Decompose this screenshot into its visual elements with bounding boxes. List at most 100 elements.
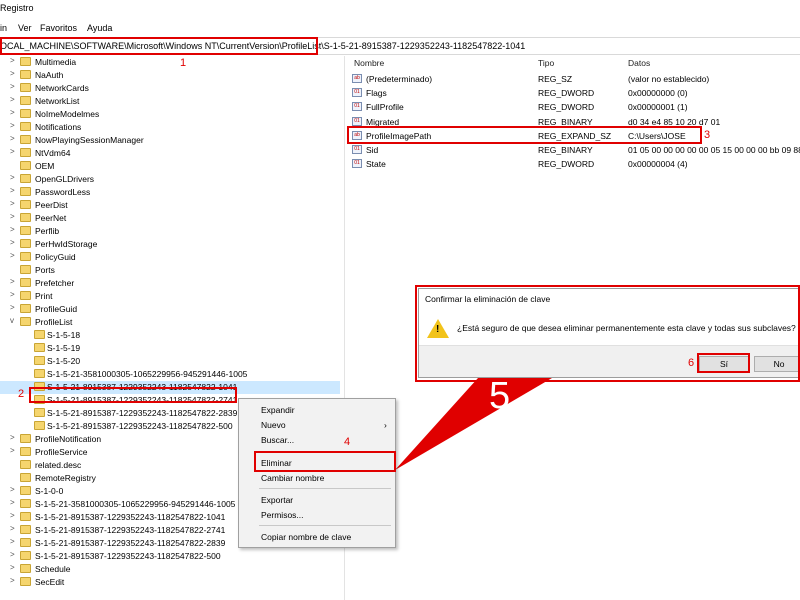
menu-item-copiar-nombre-de-clave[interactable]: Copiar nombre de clave	[239, 530, 395, 544]
value-row[interactable]: 01 FullProfile REG_DWORD 0x00000001 (1)	[348, 101, 800, 115]
folder-icon	[20, 460, 31, 469]
chevron-right-icon[interactable]: >	[10, 524, 18, 533]
col-header-name[interactable]: Nombre	[354, 58, 384, 68]
tree-item[interactable]: > NoImeModelmes	[0, 108, 340, 121]
window-title: Registro	[0, 3, 34, 13]
tree-item-label: S-1-5-21-3581000305-1065229956-945291446…	[35, 499, 236, 509]
menu-item-permisos[interactable]: Permisos...	[239, 508, 395, 522]
chevron-right-icon[interactable]: >	[10, 186, 18, 195]
chevron-right-icon[interactable]: >	[10, 485, 18, 494]
chevron-right-icon[interactable]: >	[10, 498, 18, 507]
chevron-right-icon[interactable]: >	[10, 537, 18, 546]
chevron-right-icon[interactable]: >	[10, 550, 18, 559]
chevron-right-icon[interactable]: >	[10, 95, 18, 104]
chevron-right-icon[interactable]: >	[10, 225, 18, 234]
menu-favoritos[interactable]: Favoritos	[40, 23, 77, 33]
tree-item[interactable]: OEM	[0, 160, 340, 173]
chevron-right-icon[interactable]: >	[10, 134, 18, 143]
tree-item[interactable]: > NtVdm64	[0, 147, 340, 160]
tree-item[interactable]: > PerHwIdStorage	[0, 238, 340, 251]
chevron-right-icon[interactable]: >	[10, 56, 18, 65]
tree-item[interactable]: > NetworkList	[0, 95, 340, 108]
chevron-right-icon[interactable]: >	[10, 446, 18, 455]
chevron-right-icon[interactable]: >	[10, 251, 18, 260]
menu-ver[interactable]: Ver	[18, 23, 32, 33]
tree-item[interactable]: > Prefetcher	[0, 277, 340, 290]
tree-item[interactable]: v ProfileList	[0, 316, 340, 329]
callout-tail	[395, 378, 552, 470]
context-menu: Expandir Nuevo › Buscar... Eliminar Cambiar n…	[238, 398, 396, 548]
tree-item[interactable]: > Schedule	[0, 563, 340, 576]
tree-item[interactable]: Ports	[0, 264, 340, 277]
folder-icon	[20, 564, 31, 573]
tree-item[interactable]: > Print	[0, 290, 340, 303]
highlight-yes-button	[697, 353, 750, 373]
folder-icon	[20, 278, 31, 287]
chevron-right-icon[interactable]: >	[10, 290, 18, 299]
tree-item[interactable]: > Notifications	[0, 121, 340, 134]
tree-item[interactable]: > PasswordLess	[0, 186, 340, 199]
tree-item-label: Print	[35, 291, 53, 301]
col-header-data[interactable]: Datos	[628, 58, 650, 68]
chevron-right-icon[interactable]: >	[10, 303, 18, 312]
tree-item[interactable]: > S-1-5-21-8915387-1229352243-1182547822-…	[0, 550, 340, 563]
tree-item-label: related.desc	[35, 460, 82, 470]
chevron-right-icon[interactable]: >	[10, 147, 18, 156]
tree-item[interactable]: S-1-5-20	[0, 355, 340, 368]
folder-icon	[20, 473, 31, 482]
chevron-right-icon[interactable]: >	[10, 212, 18, 221]
tree-item[interactable]: S-1-5-21-3581000305-1065229956-945291446…	[0, 368, 340, 381]
menu-edicion[interactable]: in	[0, 23, 7, 33]
chevron-right-icon[interactable]: >	[10, 563, 18, 572]
folder-icon	[20, 57, 31, 66]
tree-item[interactable]: S-1-5-18	[0, 329, 340, 342]
value-row[interactable]: 01 State REG_DWORD 0x00000004 (4)	[348, 158, 800, 172]
menu-item-buscar[interactable]: Buscar...	[239, 433, 395, 447]
value-name: FullProfile	[366, 102, 404, 113]
folder-icon	[34, 369, 45, 378]
chevron-right-icon[interactable]: >	[10, 108, 18, 117]
tree-item[interactable]: > OpenGLDrivers	[0, 173, 340, 186]
col-header-type[interactable]: Tipo	[538, 58, 554, 68]
chevron-down-icon[interactable]: v	[10, 316, 18, 325]
tree-item[interactable]: > PeerDist	[0, 199, 340, 212]
value-row[interactable]: 01 Flags REG_DWORD 0x00000000 (0)	[348, 87, 800, 101]
menu-item-cambiar-nombre[interactable]: Cambiar nombre	[239, 471, 395, 485]
menu-ayuda[interactable]: Ayuda	[87, 23, 112, 33]
value-row[interactable]: ab (Predeterminado) REG_SZ (valor no establ…	[348, 73, 800, 87]
tree-item[interactable]: > NowPlayingSessionManager	[0, 134, 340, 147]
annotation-2: 2	[18, 388, 25, 400]
value-type: REG_SZ	[538, 74, 573, 84]
tree-item[interactable]: > NaAuth	[0, 69, 340, 82]
chevron-right-icon[interactable]: >	[10, 121, 18, 130]
tree-item-label: OpenGLDrivers	[35, 174, 95, 184]
chevron-right-icon[interactable]: >	[10, 277, 18, 286]
chevron-right-icon[interactable]: >	[10, 576, 18, 585]
tree-item[interactable]: S-1-5-19	[0, 342, 340, 355]
chevron-right-icon[interactable]: >	[10, 238, 18, 247]
tree-item[interactable]: > Perflib	[0, 225, 340, 238]
value-row[interactable]: 01 Sid REG_BINARY 01 05 00 00 00 00 00 05 1…	[348, 144, 800, 158]
tree-item-label: S-1-5-21-8915387-1229352243-1182547822-2…	[35, 525, 226, 535]
highlight-value	[347, 126, 702, 144]
menu-item-nuevo[interactable]: Nuevo ›	[239, 418, 395, 432]
chevron-right-icon[interactable]: >	[10, 173, 18, 182]
chevron-right-icon[interactable]: >	[10, 82, 18, 91]
menu-item-expandir[interactable]: Expandir	[239, 403, 395, 417]
tree-item-label: S-1-5-21-8915387-1229352243-1182547822-2…	[47, 408, 238, 418]
chevron-right-icon[interactable]: >	[10, 69, 18, 78]
highlight-address	[0, 37, 318, 55]
tree-item[interactable]: > Multimedia	[0, 56, 340, 69]
chevron-right-icon[interactable]: >	[10, 199, 18, 208]
value-name: (Predeterminado)	[366, 74, 433, 84]
tree-item[interactable]: > NetworkCards	[0, 82, 340, 95]
tree-item[interactable]: > SecEdit	[0, 576, 340, 589]
tree-item[interactable]: > ProfileGuid	[0, 303, 340, 316]
chevron-right-icon[interactable]: >	[10, 433, 18, 442]
tree-item[interactable]: > PeerNet	[0, 212, 340, 225]
menu-item-exportar[interactable]: Exportar	[239, 493, 395, 507]
chevron-right-icon[interactable]: >	[10, 511, 18, 520]
tree-item[interactable]: > PolicyGuid	[0, 251, 340, 264]
folder-icon	[34, 343, 45, 352]
tree-item-label: OEM	[35, 161, 55, 171]
